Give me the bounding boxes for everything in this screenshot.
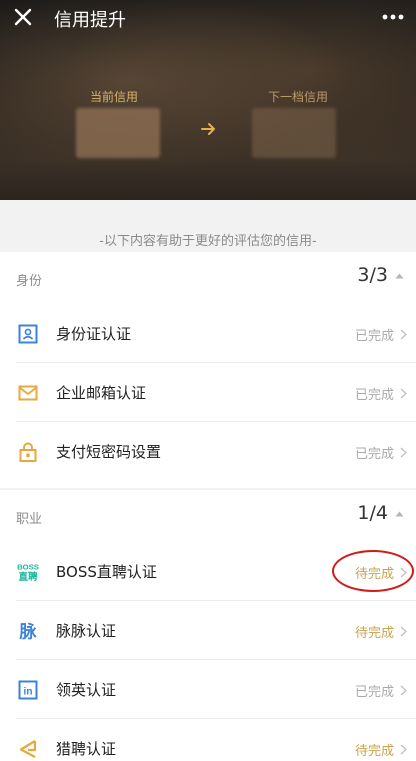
identity-section-count: 3/3 [357, 264, 388, 286]
next-credit-label: 下一档信用 [268, 90, 329, 104]
mail-icon [18, 385, 38, 401]
lock-icon [19, 442, 37, 462]
list-item-payment-password[interactable]: 支付短密码设置 已完成 [0, 422, 416, 481]
career-section-count: 1/4 [357, 502, 388, 524]
boss-logo-text-bottom: 直聘 [18, 571, 38, 582]
id-card-icon [18, 324, 38, 344]
list-item-company-email[interactable]: 企业邮箱认证 已完成 [0, 363, 416, 422]
chevron-right-icon [400, 626, 407, 637]
chevron-right-icon [400, 685, 407, 696]
status-text: 待完成 [354, 626, 394, 641]
current-credit-label: 当前信用 [90, 90, 139, 104]
list-item-label: 支付短密码设置 [56, 443, 162, 461]
boss-logo-text-top: BOSS [17, 563, 39, 572]
identity-section-title: 身份 [16, 274, 43, 289]
highlight-ring [332, 550, 414, 592]
current-credit-card [76, 108, 160, 158]
maimai-icon: 脉 [19, 622, 38, 642]
more-icon[interactable] [380, 6, 406, 28]
linkedin-icon: in [18, 680, 38, 700]
liepin-icon [19, 740, 37, 758]
list-item-maimai[interactable]: 脉 脉脉认证 待完成 [0, 601, 416, 660]
list-item-linkedin[interactable]: in 领英认证 已完成 [0, 660, 416, 719]
chevron-right-icon [400, 329, 407, 340]
top-bar: 信用提升 [0, 0, 416, 36]
close-icon[interactable] [12, 6, 34, 28]
list-item-label: 企业邮箱认证 [56, 384, 147, 402]
arrow-right-icon [201, 123, 215, 135]
status-text: 已完成 [354, 388, 394, 403]
list-item-label: 领英认证 [56, 681, 117, 699]
chevron-right-icon [400, 744, 407, 755]
chevron-right-icon [400, 447, 407, 458]
hint-text: -以下内容有助于更好的评估您的信用- [99, 234, 317, 249]
linkedin-logo-text: in [24, 687, 33, 698]
career-section-header[interactable]: 职业 1/4 [0, 490, 416, 542]
list-item-label: 身份证认证 [56, 325, 132, 343]
boss-zhipin-icon: BOSS 直聘 [17, 563, 39, 582]
maimai-logo-text: 脉 [19, 622, 38, 642]
career-section-title: 职业 [16, 512, 43, 527]
identity-section: 身份 3/3 身份证认证 已完成 企业邮箱认证 已完成 支付短密码设置 已完成 [0, 252, 416, 488]
chevron-up-icon[interactable] [395, 272, 404, 280]
next-credit-card [252, 108, 336, 158]
status-text: 待完成 [354, 744, 394, 759]
list-item-boss-zhipin[interactable]: BOSS 直聘 BOSS直聘认证 待完成 [0, 542, 416, 601]
credit-hero: 信用提升 当前信用 下一档信用 [0, 0, 416, 200]
page-title: 信用提升 [54, 10, 126, 31]
list-item-label: 脉脉认证 [56, 622, 117, 640]
list-item-label: BOSS直聘认证 [56, 563, 157, 581]
identity-section-header[interactable]: 身份 3/3 [0, 252, 416, 304]
career-section: 职业 1/4 BOSS 直聘 BOSS直聘认证 待完成 脉 脉脉认证 待完成 i… [0, 490, 416, 761]
list-item-liepin[interactable]: 猎聘认证 待完成 [0, 719, 416, 761]
list-item-id-card[interactable]: 身份证认证 已完成 [0, 304, 416, 363]
status-text: 已完成 [354, 447, 394, 462]
status-text: 已完成 [354, 329, 394, 344]
status-text: 已完成 [354, 685, 394, 700]
list-item-label: 猎聘认证 [56, 740, 117, 758]
chevron-up-icon[interactable] [395, 510, 404, 518]
content-area: -以下内容有助于更好的评估您的信用- 身份 3/3 身份证认证 已完成 企业邮箱… [0, 200, 416, 761]
chevron-right-icon [400, 388, 407, 399]
